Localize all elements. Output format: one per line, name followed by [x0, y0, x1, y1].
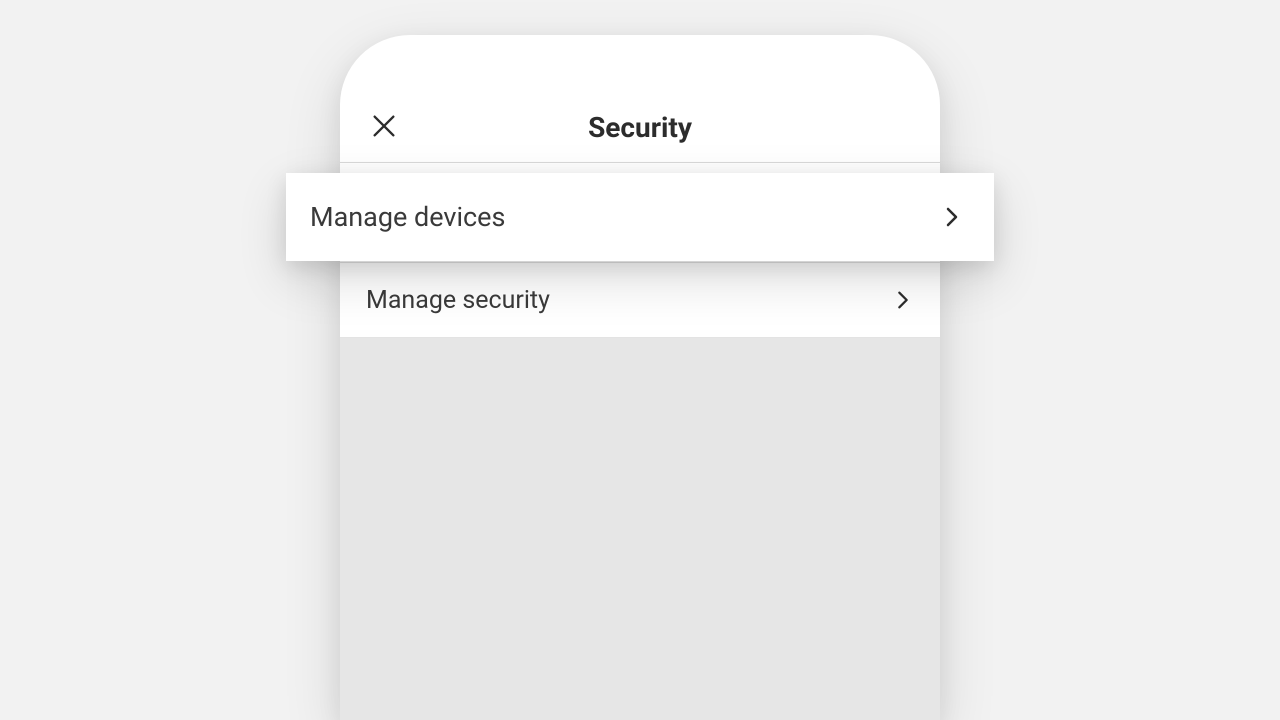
- row-label: Manage devices: [310, 201, 505, 233]
- row-label: Manage security: [366, 286, 550, 315]
- panel-header: Security: [340, 35, 940, 163]
- row-manage-devices[interactable]: Manage devices: [286, 173, 994, 261]
- row-manage-security[interactable]: Manage security: [340, 263, 940, 338]
- chevron-right-icon: [940, 201, 964, 233]
- settings-panel: Security Manage security: [340, 35, 940, 720]
- page-title: Security: [588, 111, 692, 144]
- close-icon: [370, 112, 398, 144]
- chevron-right-icon: [892, 286, 914, 314]
- close-button[interactable]: [366, 110, 402, 146]
